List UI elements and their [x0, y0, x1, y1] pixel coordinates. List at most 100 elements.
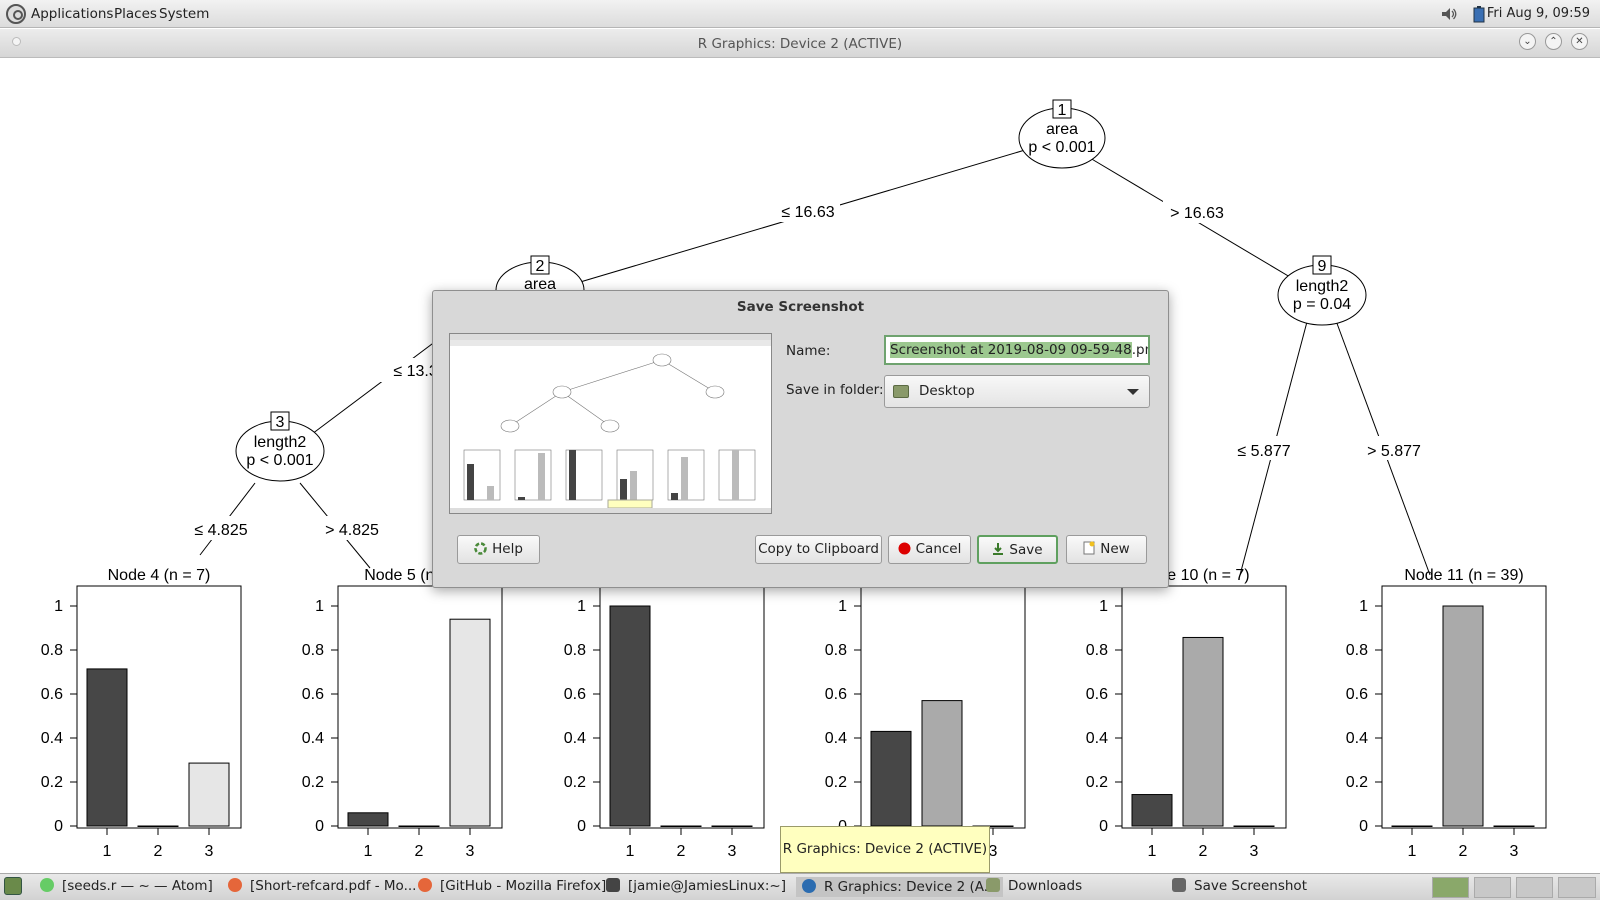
window-titlebar[interactable]: R Graphics: Device 2 (ACTIVE) ⌄ ⌃ ✕ [0, 29, 1600, 58]
workspace-1[interactable] [1432, 877, 1469, 898]
save-folder-select[interactable]: Desktop [884, 375, 1150, 408]
bar [398, 825, 440, 827]
bar [1131, 794, 1173, 827]
folder-value: Desktop [919, 383, 975, 399]
task-refcard-pdf[interactable]: [Short-refcard.pdf - Mo... [228, 878, 416, 894]
bar [137, 825, 179, 827]
node-p: p = 0.04 [1293, 296, 1351, 313]
bar [188, 762, 230, 827]
cancel-button[interactable]: Cancel [888, 535, 971, 564]
x-tick-label: 3 [466, 843, 475, 860]
y-tick-label: 0.4 [825, 730, 847, 747]
y-tick-label: 1 [1359, 598, 1368, 615]
x-tick-label: 3 [205, 843, 214, 860]
y-tick-label: 0 [1359, 818, 1368, 835]
x-tick-label: 3 [728, 843, 737, 860]
node-var: length2 [1296, 278, 1349, 295]
maximize-icon[interactable]: ⌃ [1545, 33, 1562, 50]
y-tick-label: 1 [315, 598, 324, 615]
save-button[interactable]: Save [977, 535, 1058, 564]
dialog-title: Save Screenshot [736, 299, 865, 315]
task-atom[interactable]: [seeds.r — ~ — Atom] [40, 878, 213, 894]
x-tick-label: 1 [1408, 843, 1417, 860]
task-terminal[interactable]: [jamie@JamiesLinux:~] [606, 878, 786, 894]
filename-input[interactable]: Screenshot at 2019-08-09 09-59-48.png [884, 335, 1150, 365]
bar [1233, 825, 1275, 827]
y-tick-label: 0 [577, 818, 586, 835]
node-id: 3 [276, 414, 285, 431]
node-p: p < 0.001 [246, 452, 313, 469]
menu-places[interactable]: Places [114, 6, 157, 22]
y-tick-label: 0.8 [825, 642, 847, 659]
x-tick-label: 2 [1459, 843, 1468, 860]
show-desktop-icon[interactable] [4, 877, 30, 897]
name-label: Name: [786, 343, 831, 359]
workspace-3[interactable] [1516, 877, 1553, 898]
minimize-icon[interactable]: ⌄ [1519, 33, 1536, 50]
tree-node-3: 3 length2 p < 0.001 [235, 411, 325, 482]
x-tick-label: 1 [103, 843, 112, 860]
bar [1493, 825, 1535, 827]
bar [921, 700, 963, 827]
edge-label: ≤ 16.63 [781, 204, 834, 221]
copy-to-clipboard-button[interactable]: Copy to Clipboard [755, 535, 882, 564]
firefox-icon [228, 878, 242, 892]
task-downloads[interactable]: Downloads [986, 878, 1082, 894]
volume-icon[interactable] [1440, 5, 1458, 23]
y-tick-label: 0.8 [1086, 642, 1108, 659]
menu-system[interactable]: System [159, 6, 209, 22]
y-tick-label: 0.2 [302, 774, 324, 791]
filename-extension: .png [1131, 342, 1148, 358]
node-id: 2 [536, 258, 545, 275]
y-tick-label: 0.8 [1346, 642, 1368, 659]
folder-label: Save in folder: [786, 382, 884, 398]
x-tick-label: 3 [1510, 843, 1519, 860]
y-tick-label: 0.8 [41, 642, 63, 659]
task-r-graphics[interactable]: R Graphics: Device 2 (A... [796, 877, 1003, 897]
screenshot-app-icon [1172, 878, 1186, 892]
node-var: length2 [254, 434, 307, 451]
distro-logo-icon[interactable] [6, 4, 26, 24]
y-tick-label: 0.2 [1086, 774, 1108, 791]
bar [86, 668, 128, 827]
bar [1442, 605, 1484, 827]
task-save-screenshot[interactable]: Save Screenshot [1172, 878, 1307, 894]
atom-app-icon [40, 878, 54, 892]
y-tick-label: 0 [1099, 818, 1108, 835]
terminal-icon [606, 878, 620, 892]
x-tick-label: 2 [677, 843, 686, 860]
tree-node-1: 1 area p < 0.001 [1018, 99, 1106, 169]
screenshot-preview-image [449, 333, 772, 514]
y-tick-label: 0.2 [41, 774, 63, 791]
y-tick-label: 0.2 [825, 774, 847, 791]
y-tick-label: 0.6 [302, 686, 324, 703]
workspace-2[interactable] [1474, 877, 1511, 898]
task-github-firefox[interactable]: [GitHub - Mozilla Firefox] [418, 878, 606, 894]
top-panel: Applications Places System Fri Aug 9, 09… [0, 0, 1600, 28]
clock[interactable]: Fri Aug 9, 09:59 [1487, 6, 1590, 21]
y-tick-label: 1 [577, 598, 586, 615]
y-tick-label: 0.4 [302, 730, 324, 747]
battery-icon[interactable] [1470, 5, 1488, 23]
new-button[interactable]: New [1066, 535, 1147, 564]
help-button[interactable]: Help [457, 535, 540, 564]
x-tick-label: 1 [1148, 843, 1157, 860]
save-screenshot-dialog: Save Screenshot Name: Screenshot at 2019… [432, 290, 1169, 588]
bar [347, 812, 389, 827]
y-tick-label: 0 [54, 818, 63, 835]
x-tick-label: 1 [626, 843, 635, 860]
y-tick-label: 1 [838, 598, 847, 615]
close-icon[interactable]: ✕ [1571, 33, 1588, 50]
bar [711, 825, 753, 827]
folder-icon [893, 385, 909, 398]
y-tick-label: 0.6 [564, 686, 586, 703]
menu-applications[interactable]: Applications [31, 6, 113, 22]
firefox-icon [418, 878, 432, 892]
workspace-4[interactable] [1558, 877, 1596, 898]
x-tick-label: 2 [154, 843, 163, 860]
x-tick-label: 2 [1199, 843, 1208, 860]
edge-label: > 16.63 [1170, 205, 1224, 222]
node-p: p < 0.001 [1028, 139, 1095, 156]
bar [609, 605, 651, 827]
bar [1391, 825, 1433, 827]
